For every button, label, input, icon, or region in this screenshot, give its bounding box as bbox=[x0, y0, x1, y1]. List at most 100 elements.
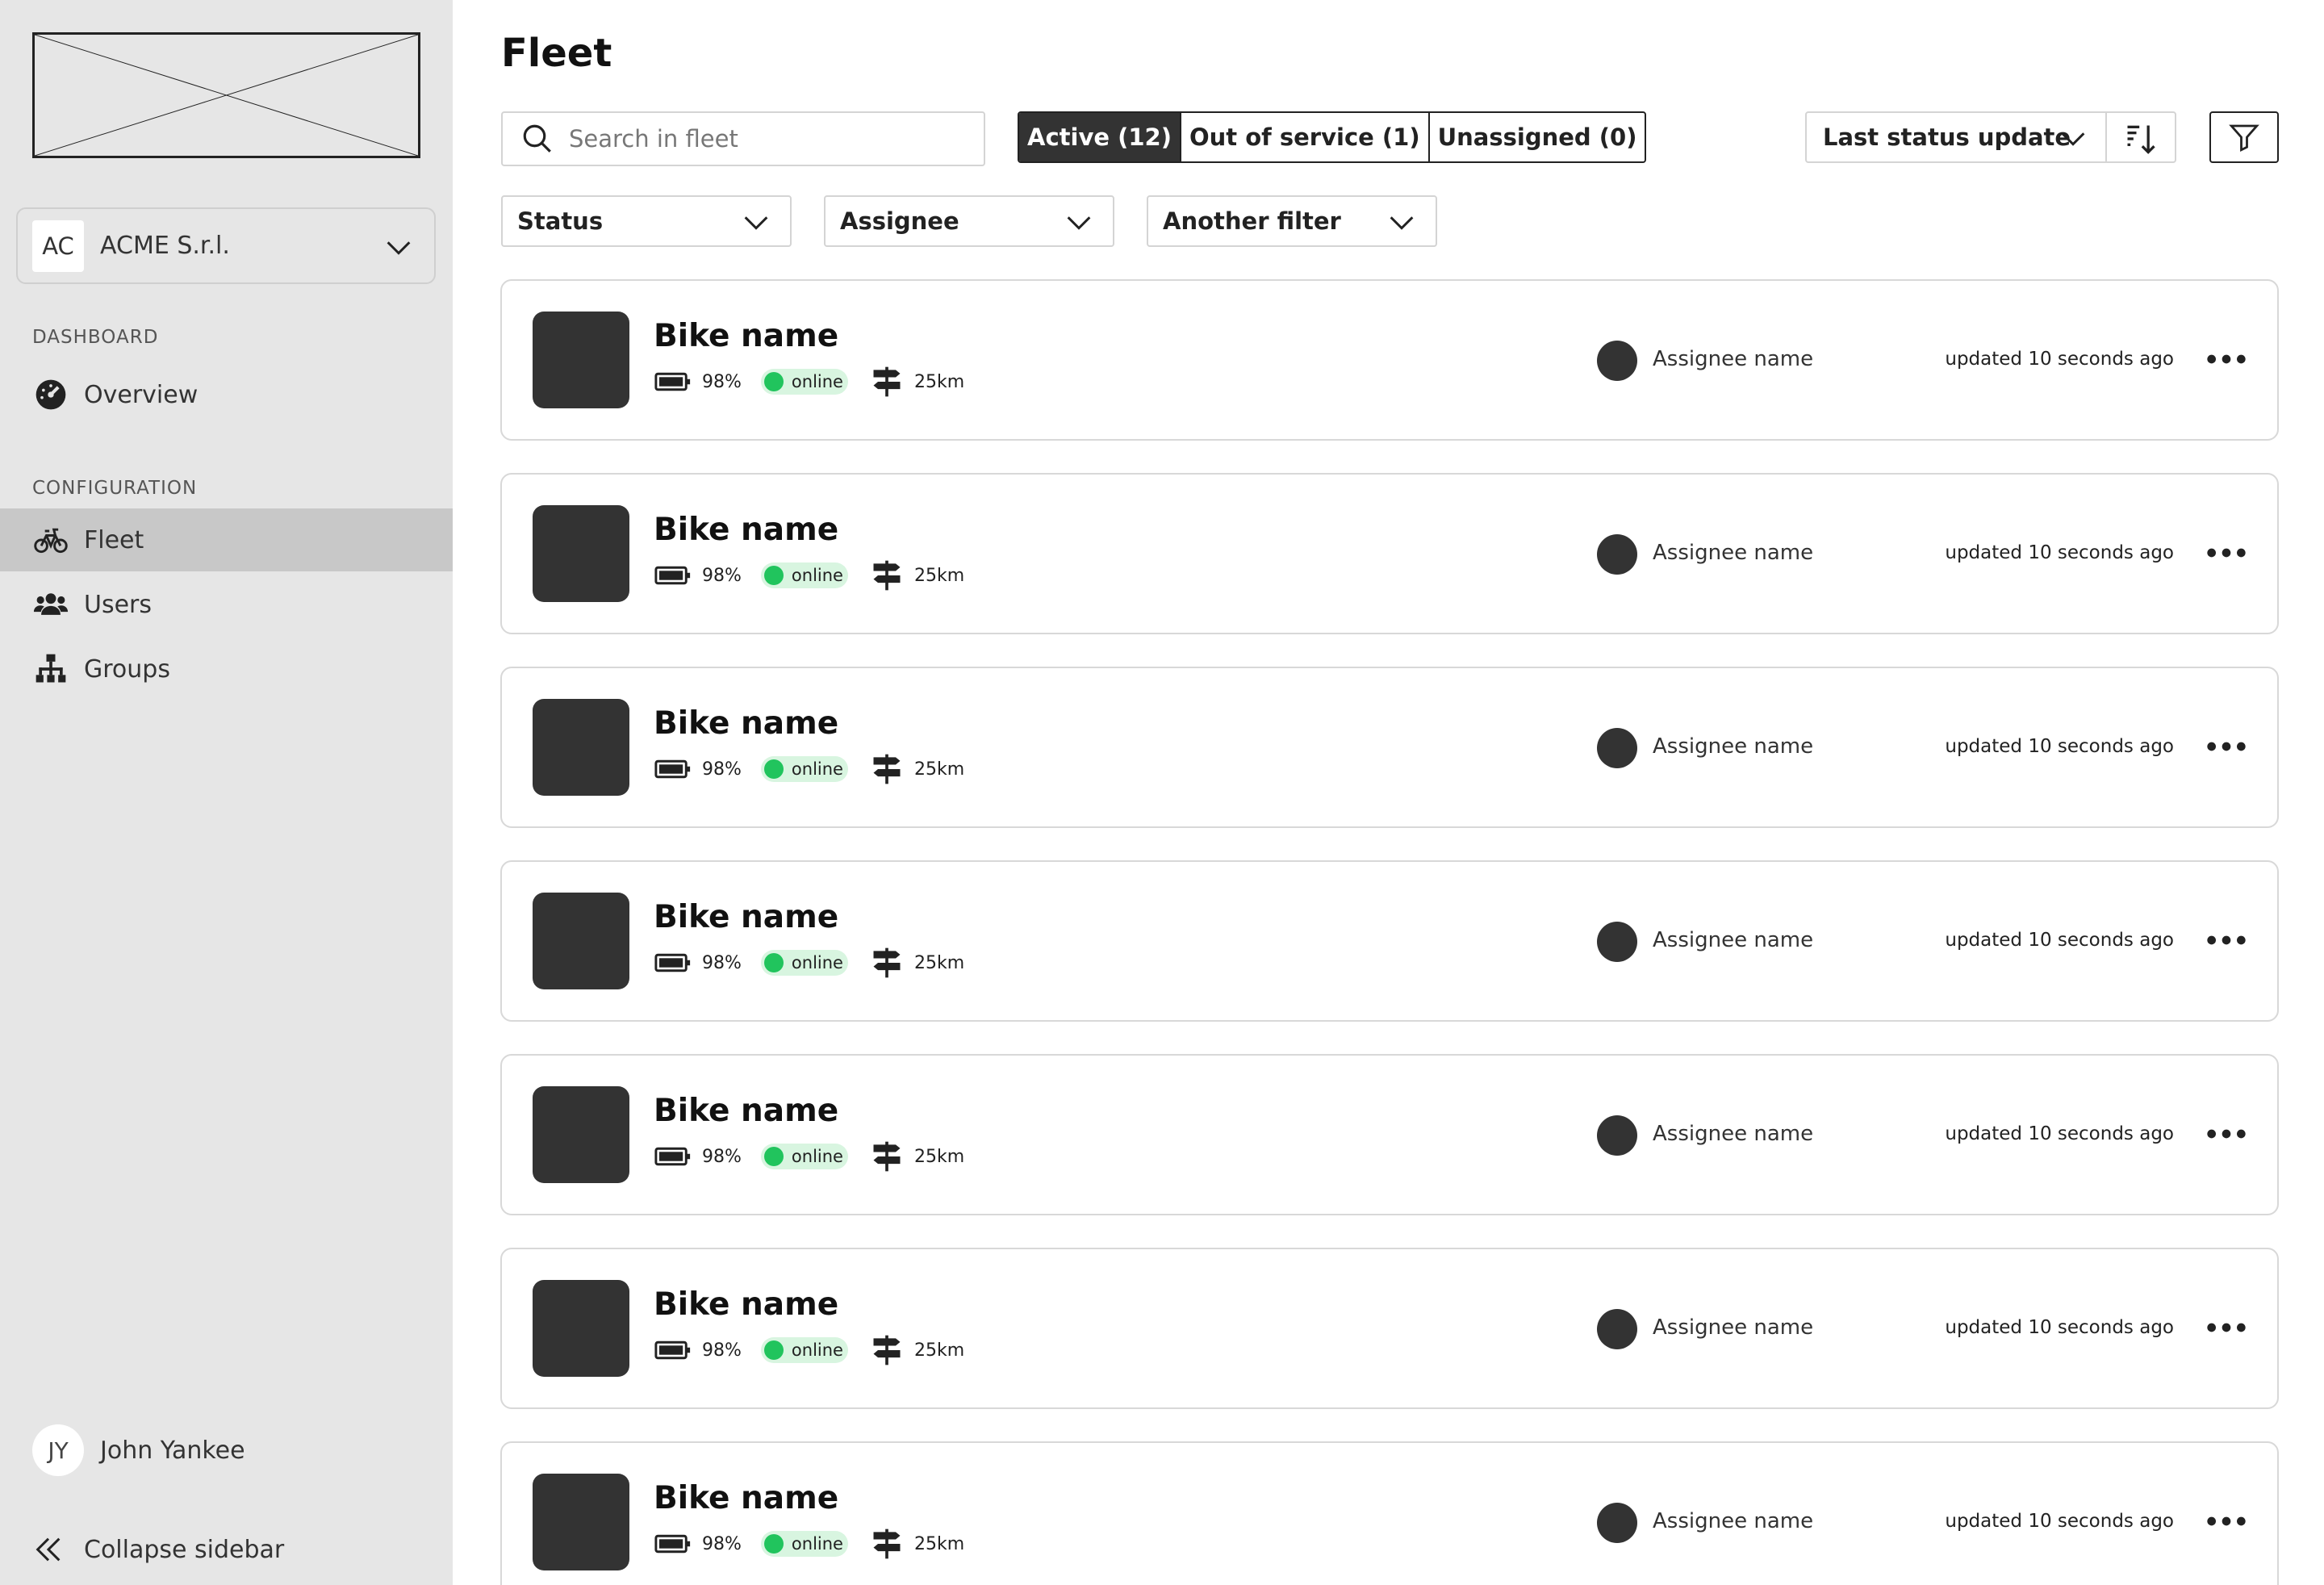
last-updated: updated 10 seconds ago bbox=[1945, 736, 2174, 757]
bike-name: Bike name bbox=[654, 1093, 839, 1129]
sidebar-item-label: Users bbox=[84, 590, 153, 619]
bike-thumbnail bbox=[533, 312, 629, 408]
bike-card[interactable]: Bike name 98% online 25km Assignee name … bbox=[500, 1248, 2279, 1409]
status-text: online bbox=[791, 566, 843, 585]
another-filter-dropdown[interactable]: Another filter bbox=[1147, 195, 1437, 247]
divider bbox=[2105, 113, 2107, 161]
assignee-avatar bbox=[1597, 534, 1637, 575]
collapse-sidebar-button[interactable]: Collapse sidebar bbox=[32, 1533, 284, 1566]
logo-placeholder bbox=[32, 32, 420, 158]
more-options-icon[interactable] bbox=[2206, 1509, 2247, 1533]
sidebar-item-label: Fleet bbox=[84, 525, 144, 554]
assignee-avatar bbox=[1597, 728, 1637, 768]
status-badge: online bbox=[760, 1144, 848, 1169]
status-text: online bbox=[791, 759, 843, 779]
bike-card[interactable]: Bike name 98% online 25km Assignee name … bbox=[500, 860, 2279, 1022]
assignee-avatar bbox=[1597, 1503, 1637, 1543]
bike-meta: 98% online 25km bbox=[654, 1335, 964, 1365]
battery-icon bbox=[654, 1147, 691, 1166]
distance: 25km bbox=[913, 759, 965, 780]
more-options-icon[interactable] bbox=[2206, 734, 2247, 759]
last-updated: updated 10 seconds ago bbox=[1945, 349, 2174, 370]
sort-select[interactable]: Last status update bbox=[1805, 111, 2176, 163]
bike-card[interactable]: Bike name 98% online 25km Assignee name … bbox=[500, 667, 2279, 828]
battery-level: 98% bbox=[702, 1340, 742, 1361]
bike-card[interactable]: Bike name 98% online 25km Assignee name … bbox=[500, 1054, 2279, 1215]
assignee-filter-dropdown[interactable]: Assignee bbox=[824, 195, 1114, 247]
section-label-dashboard: DASHBOARD bbox=[32, 327, 159, 348]
sidebar-item-overview[interactable]: Overview bbox=[0, 363, 453, 426]
tab-unassigned[interactable]: Unassigned (0) bbox=[1427, 113, 1645, 161]
more-options-icon[interactable] bbox=[2206, 928, 2247, 952]
tab-out-of-service[interactable]: Out of service (1) bbox=[1179, 113, 1428, 161]
bike-meta: 98% online 25km bbox=[654, 1141, 964, 1172]
bike-name: Bike name bbox=[654, 1480, 839, 1516]
section-label-configuration: CONFIGURATION bbox=[32, 478, 198, 499]
bike-name: Bike name bbox=[654, 512, 839, 548]
assignee-avatar bbox=[1597, 341, 1637, 381]
search-icon bbox=[523, 124, 551, 153]
bike-card[interactable]: Bike name 98% online 25km Assignee name … bbox=[500, 279, 2279, 441]
organization-avatar: AC bbox=[32, 220, 84, 272]
assignee-name: Assignee name bbox=[1653, 734, 1814, 759]
bike-name: Bike name bbox=[654, 705, 839, 742]
bike-card[interactable]: Bike name 98% online 25km Assignee name … bbox=[500, 1441, 2279, 1585]
dropdown-label: Another filter bbox=[1163, 207, 1341, 235]
more-options-icon[interactable] bbox=[2206, 347, 2247, 371]
status-text: online bbox=[791, 953, 843, 972]
bike-meta: 98% online 25km bbox=[654, 1529, 964, 1559]
status-tabs: Active (12) Out of service (1) Unassigne… bbox=[1018, 111, 1647, 163]
status-dot bbox=[763, 953, 784, 972]
more-options-icon[interactable] bbox=[2206, 1315, 2247, 1340]
current-user[interactable]: JY John Yankee bbox=[32, 1424, 245, 1476]
chevron-down-icon bbox=[1390, 216, 1414, 230]
bike-thumbnail bbox=[533, 699, 629, 796]
last-updated: updated 10 seconds ago bbox=[1945, 1511, 2174, 1532]
search-input[interactable]: Search in fleet bbox=[501, 111, 985, 166]
status-badge: online bbox=[760, 756, 848, 782]
user-name: John Yankee bbox=[100, 1436, 245, 1465]
distance: 25km bbox=[913, 1340, 965, 1361]
status-filter-dropdown[interactable]: Status bbox=[501, 195, 792, 247]
organization-selector[interactable]: AC ACME S.r.l. bbox=[16, 207, 436, 284]
status-dot bbox=[763, 759, 784, 779]
page-title: Fleet bbox=[501, 31, 612, 76]
sidebar-item-users[interactable]: Users bbox=[0, 573, 453, 636]
sort-direction-icon[interactable] bbox=[2123, 121, 2159, 157]
status-badge: online bbox=[760, 562, 848, 588]
bike-card[interactable]: Bike name 98% online 25km Assignee name … bbox=[500, 473, 2279, 634]
more-options-icon[interactable] bbox=[2206, 1122, 2247, 1146]
distance: 25km bbox=[913, 565, 965, 586]
bike-thumbnail bbox=[533, 893, 629, 989]
battery-level: 98% bbox=[702, 952, 742, 973]
battery-level: 98% bbox=[702, 759, 742, 780]
bike-thumbnail bbox=[533, 1474, 629, 1570]
status-badge: online bbox=[760, 1531, 848, 1557]
bike-meta: 98% online 25km bbox=[654, 560, 964, 591]
sidebar-item-fleet[interactable]: Fleet bbox=[0, 508, 453, 571]
sidebar-item-label: Overview bbox=[84, 380, 199, 409]
avatar: JY bbox=[32, 1424, 84, 1476]
status-dot bbox=[763, 566, 784, 585]
users-icon bbox=[32, 586, 69, 623]
sidebar-item-groups[interactable]: Groups bbox=[0, 638, 453, 700]
chevron-down-icon bbox=[387, 241, 411, 255]
tab-active[interactable]: Active (12) bbox=[1019, 113, 1180, 161]
filter-funnel-icon bbox=[2229, 124, 2259, 153]
status-text: online bbox=[791, 372, 843, 391]
search-placeholder: Search in fleet bbox=[569, 125, 738, 153]
fleet-list: Bike name 98% online 25km Assignee name … bbox=[500, 279, 2279, 1585]
organization-name: ACME S.r.l. bbox=[100, 232, 230, 260]
more-options-icon[interactable] bbox=[2206, 541, 2247, 565]
assignee-avatar bbox=[1597, 1309, 1637, 1349]
bicycle-icon bbox=[32, 521, 69, 558]
double-chevron-left-icon bbox=[36, 1537, 61, 1562]
collapse-sidebar-label: Collapse sidebar bbox=[84, 1535, 285, 1564]
chevron-down-icon bbox=[744, 216, 768, 230]
battery-icon bbox=[654, 1534, 691, 1554]
filter-button[interactable] bbox=[2209, 111, 2279, 163]
battery-icon bbox=[654, 566, 691, 585]
last-updated: updated 10 seconds ago bbox=[1945, 542, 2174, 563]
signpost-icon bbox=[873, 947, 901, 978]
battery-icon bbox=[654, 953, 691, 972]
